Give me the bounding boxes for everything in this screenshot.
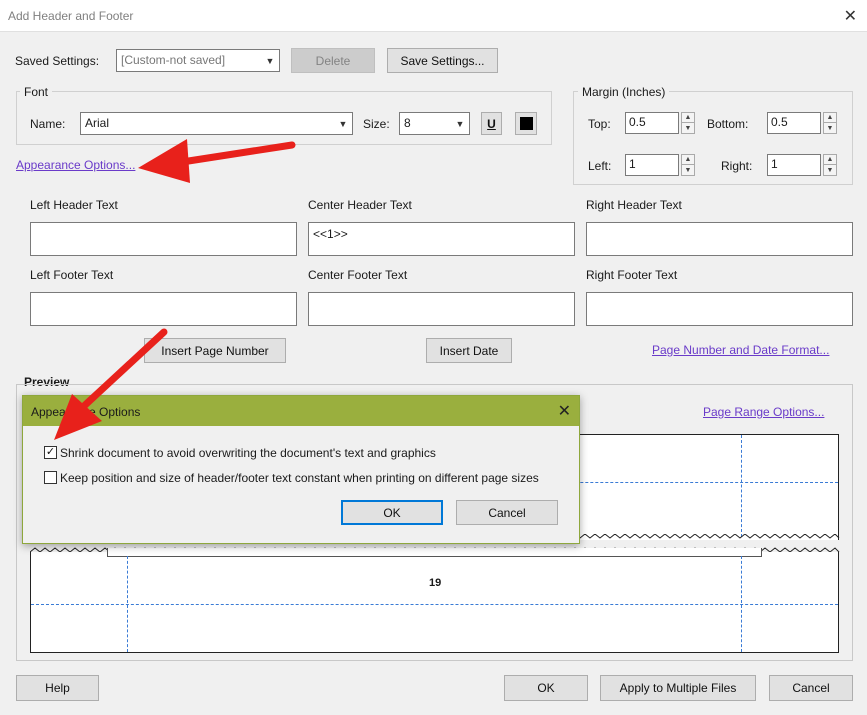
right-footer-label: Right Footer Text: [586, 268, 678, 282]
margin-left-label: Left:: [588, 159, 612, 173]
page-range-options-link[interactable]: Page Range Options...: [703, 405, 824, 419]
margin-left-spinner[interactable]: ▲ ▼: [681, 154, 695, 176]
saved-settings-dropdown[interactable]: [Custom-not saved] ▼: [116, 49, 280, 72]
center-header-label: Center Header Text: [308, 198, 412, 212]
margin-top-spinner[interactable]: ▲ ▼: [681, 112, 695, 134]
spin-down-icon[interactable]: ▼: [682, 123, 694, 133]
saved-settings-label: Saved Settings:: [15, 54, 100, 68]
chevron-down-icon: ▼: [338, 118, 348, 129]
preview-guide-line: [31, 604, 838, 605]
left-footer-input[interactable]: [30, 292, 297, 326]
font-name-dropdown[interactable]: Arial ▼: [80, 112, 353, 135]
font-size-dropdown[interactable]: 8 ▼: [399, 112, 470, 135]
appearance-options-dialog: Appearance Options ✕ ✓ Shrink document t…: [22, 395, 580, 544]
page-number-date-format-link[interactable]: Page Number and Date Format...: [652, 343, 829, 357]
right-footer-input[interactable]: [586, 292, 853, 326]
margin-right-spinner[interactable]: ▲ ▼: [823, 154, 837, 176]
margin-bottom-label: Bottom:: [707, 117, 749, 131]
font-name-value: Arial: [85, 116, 110, 130]
close-icon[interactable]: ✕: [844, 6, 857, 26]
preview-footer-strip: [107, 548, 762, 557]
window-title: Add Header and Footer: [8, 9, 134, 23]
margin-group-label: Margin (Inches): [578, 85, 670, 99]
preview-page-number: 19: [429, 577, 442, 589]
dialog-title: Appearance Options: [31, 405, 141, 419]
font-name-label: Name:: [30, 117, 66, 131]
center-footer-input[interactable]: [308, 292, 575, 326]
spin-up-icon[interactable]: ▲: [682, 155, 694, 165]
margin-bottom-input[interactable]: 0.5: [767, 112, 821, 134]
keep-position-checkbox[interactable]: [44, 471, 57, 484]
annotation-arrowhead-1: [138, 139, 190, 183]
shrink-document-label: Shrink document to avoid overwriting the…: [60, 446, 436, 460]
delete-button[interactable]: Delete: [291, 48, 375, 73]
font-group-label: Font: [20, 85, 53, 99]
spin-down-icon[interactable]: ▼: [824, 165, 836, 175]
spin-up-icon[interactable]: ▲: [824, 155, 836, 165]
left-header-label: Left Header Text: [30, 198, 118, 212]
keep-position-label: Keep position and size of header/footer …: [60, 471, 539, 485]
insert-page-number-button[interactable]: Insert Page Number: [144, 338, 286, 363]
preview-guide-line: [741, 435, 742, 537]
font-size-label: Size:: [363, 117, 390, 131]
left-header-input[interactable]: [30, 222, 297, 256]
margin-top-label: Top:: [588, 117, 611, 131]
center-footer-label: Center Footer Text: [308, 268, 408, 282]
margin-top-input[interactable]: 0.5: [625, 112, 679, 134]
insert-date-button[interactable]: Insert Date: [426, 338, 512, 363]
help-button[interactable]: Help: [16, 675, 99, 701]
left-footer-label: Left Footer Text: [30, 268, 114, 282]
shrink-document-checkbox[interactable]: ✓: [44, 446, 57, 459]
right-header-label: Right Header Text: [586, 198, 682, 212]
underline-button[interactable]: U: [481, 112, 502, 135]
spin-up-icon[interactable]: ▲: [682, 113, 694, 123]
margin-right-label: Right:: [721, 159, 753, 173]
spin-down-icon[interactable]: ▼: [682, 165, 694, 175]
margin-right-input[interactable]: 1: [767, 154, 821, 176]
margin-left-input[interactable]: 1: [625, 154, 679, 176]
dialog-ok-button[interactable]: OK: [341, 500, 443, 525]
annotation-arrow-1: [178, 141, 296, 166]
color-swatch-icon: [519, 117, 533, 130]
cancel-button[interactable]: Cancel: [769, 675, 853, 701]
font-size-value: 8: [404, 116, 411, 130]
right-header-input[interactable]: [586, 222, 853, 256]
dialog-cancel-button[interactable]: Cancel: [456, 500, 558, 525]
chevron-down-icon: ▼: [455, 118, 465, 129]
save-settings-button[interactable]: Save Settings...: [387, 48, 498, 73]
close-icon[interactable]: ✕: [558, 401, 571, 421]
font-color-button[interactable]: [515, 112, 537, 135]
preview-page-bottom: [30, 552, 839, 653]
spin-down-icon[interactable]: ▼: [824, 123, 836, 133]
chevron-down-icon: ▼: [265, 55, 275, 66]
appearance-options-link[interactable]: Appearance Options...: [16, 158, 135, 172]
dialog-title-bar: Appearance Options ✕: [23, 396, 579, 426]
margin-bottom-spinner[interactable]: ▲ ▼: [823, 112, 837, 134]
apply-to-multiple-files-button[interactable]: Apply to Multiple Files: [600, 675, 756, 701]
saved-settings-value: [Custom-not saved]: [121, 53, 226, 67]
ok-button[interactable]: OK: [504, 675, 588, 701]
title-bar: Add Header and Footer ✕: [0, 0, 867, 32]
spin-up-icon[interactable]: ▲: [824, 113, 836, 123]
center-header-input[interactable]: <<1>>: [308, 222, 575, 256]
